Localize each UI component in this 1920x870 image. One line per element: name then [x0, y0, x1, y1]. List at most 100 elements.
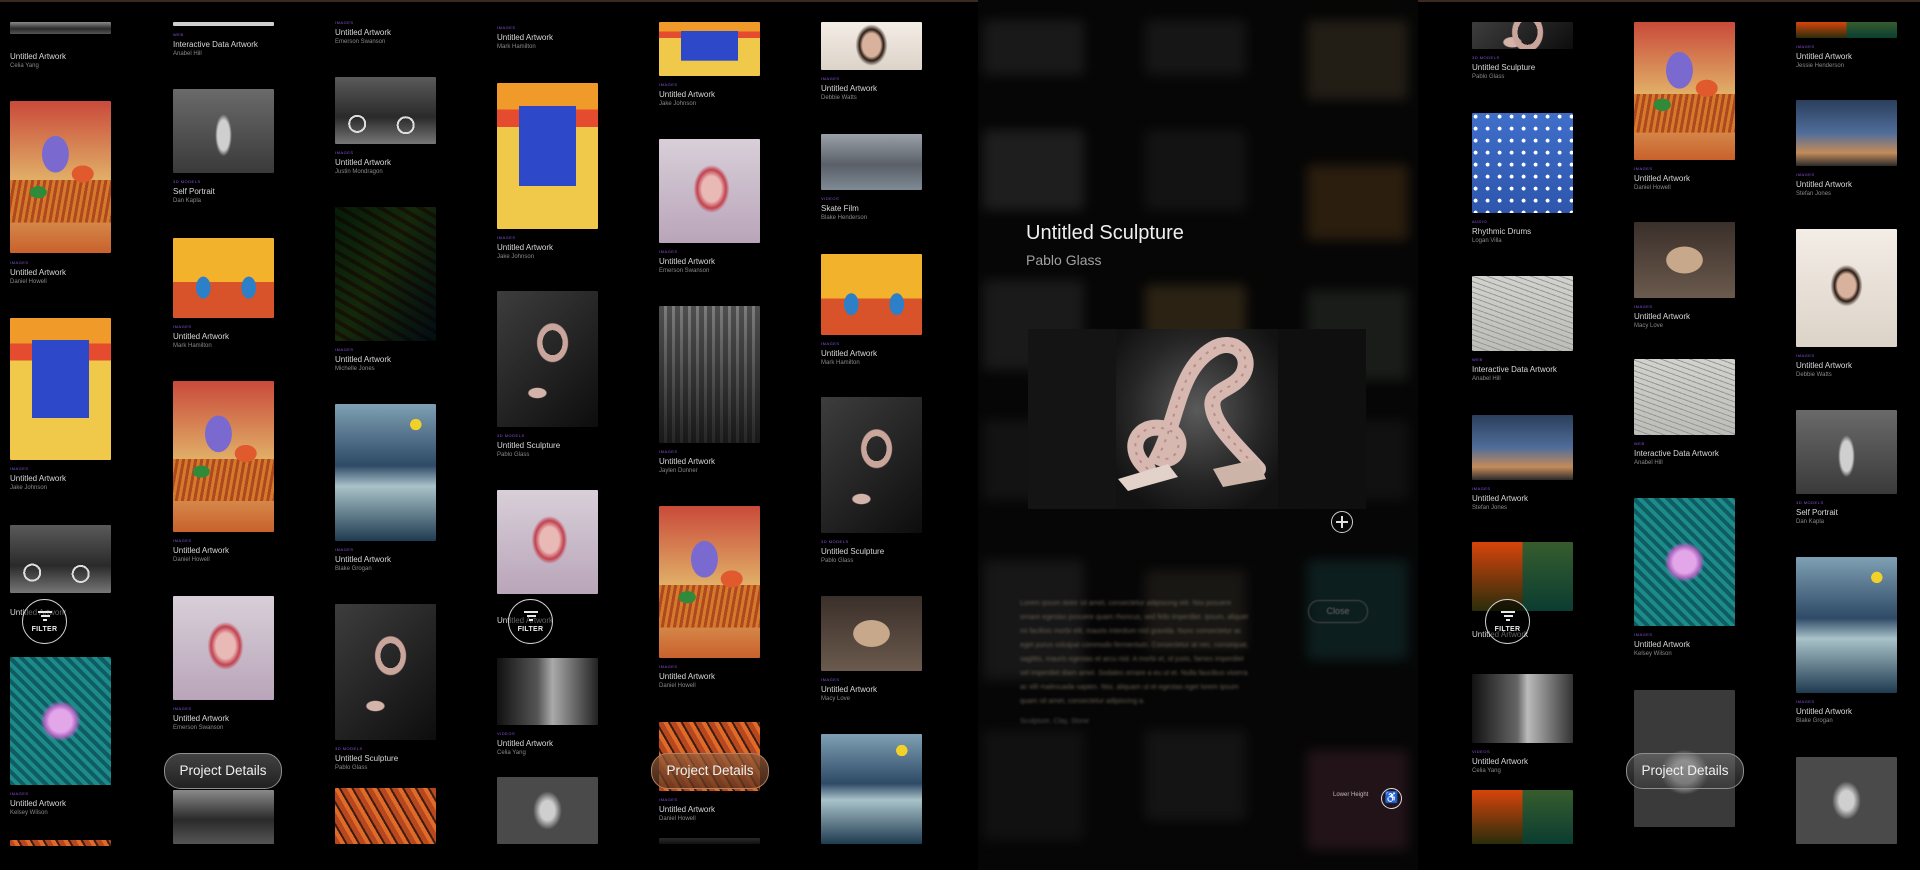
artwork-thumbnail[interactable]	[10, 525, 111, 593]
artwork-thumbnail[interactable]	[173, 790, 274, 844]
category-label: VIDEOS	[497, 731, 516, 736]
artwork-thumbnail[interactable]	[821, 134, 922, 190]
artwork-thumbnail[interactable]	[10, 101, 111, 253]
artwork-thumbnail[interactable]	[659, 22, 760, 76]
artwork-thumbnail[interactable]	[1472, 276, 1573, 351]
artwork-thumbnail[interactable]	[659, 838, 760, 844]
artwork-thumbnail[interactable]	[1634, 359, 1735, 435]
blurred-thumbnail	[1145, 20, 1246, 75]
artwork-artist: Mark Hamilton	[497, 44, 536, 50]
artwork-thumbnail[interactable]	[1472, 415, 1573, 480]
expand-plus-icon[interactable]	[1331, 511, 1353, 533]
accessibility-icon[interactable]: ♿	[1381, 788, 1402, 809]
artwork-thumbnail[interactable]	[659, 306, 760, 443]
artwork-thumbnail[interactable]	[173, 596, 274, 700]
filter-button[interactable]: FILTER	[22, 599, 67, 644]
artwork-thumbnail[interactable]	[335, 404, 436, 541]
artwork-thumbnail[interactable]	[821, 254, 922, 335]
artwork-thumbnail[interactable]	[1796, 229, 1897, 347]
filter-label: FILTER	[1494, 626, 1521, 633]
category-label: IMAGES	[821, 677, 840, 682]
category-label: IMAGES	[1634, 304, 1653, 309]
artwork-thumbnail[interactable]	[821, 734, 922, 844]
artwork-thumbnail[interactable]	[10, 318, 111, 460]
artwork-title: Interactive Data Artwork	[1634, 449, 1719, 458]
artwork-thumbnail[interactable]	[10, 840, 111, 846]
artwork-thumbnail[interactable]	[173, 89, 274, 173]
artwork-thumbnail[interactable]	[1796, 757, 1897, 844]
artwork-thumbnail[interactable]	[821, 596, 922, 671]
artwork-thumbnail[interactable]	[659, 139, 760, 243]
artwork-thumbnail[interactable]	[1472, 542, 1573, 611]
artwork-thumbnail[interactable]	[497, 777, 598, 844]
artwork-thumbnail[interactable]	[1472, 22, 1573, 49]
artwork-thumbnail[interactable]	[335, 604, 436, 740]
artwork-thumbnail[interactable]	[1796, 22, 1897, 38]
close-button[interactable]: Close	[1308, 600, 1368, 623]
blurred-thumbnail	[983, 20, 1084, 75]
artwork-thumbnail[interactable]	[335, 788, 436, 844]
artwork-artist: Pablo Glass	[335, 765, 368, 771]
category-label: IMAGES	[10, 791, 29, 796]
detail-tags: Sculpture, Clay, Stone	[1020, 718, 1090, 725]
artwork-artist: Daniel Howell	[1634, 185, 1671, 191]
artwork-artist: Emerson Swanson	[335, 39, 386, 45]
artwork-artist: Blake Grogan	[1796, 718, 1833, 724]
artwork-thumbnail[interactable]	[1634, 498, 1735, 626]
artwork-thumbnail[interactable]	[173, 238, 274, 318]
artwork-title: Rhythmic Drums	[1472, 227, 1532, 236]
category-label: IMAGES	[659, 664, 678, 669]
artwork-thumbnail[interactable]	[497, 658, 598, 725]
category-label: IMAGES	[1796, 353, 1815, 358]
artwork-artist: Daniel Howell	[659, 683, 696, 689]
artwork-thumbnail[interactable]	[10, 657, 111, 785]
filter-button[interactable]: FILTER	[1485, 599, 1530, 644]
artwork-thumbnail[interactable]	[1634, 222, 1735, 298]
artwork-thumbnail[interactable]	[1472, 790, 1573, 844]
artwork-artist: Celia Yang	[1472, 768, 1501, 774]
artwork-thumbnail[interactable]	[497, 490, 598, 594]
artwork-artist: Debbie Watts	[1796, 372, 1832, 378]
artwork-artist: Jake Johnson	[497, 254, 535, 260]
artwork-thumbnail[interactable]	[1472, 674, 1573, 743]
artwork-thumbnail[interactable]	[10, 22, 111, 34]
project-details-button[interactable]: Project Details	[1626, 753, 1744, 789]
artwork-title: Untitled Artwork	[1634, 640, 1691, 649]
artwork-thumbnail[interactable]	[1634, 22, 1735, 160]
category-label: 3D MODELS	[1796, 500, 1824, 505]
artwork-thumbnail[interactable]	[821, 397, 922, 533]
detail-image[interactable]	[1028, 329, 1366, 509]
artwork-thumbnail[interactable]	[173, 22, 274, 26]
category-label: IMAGES	[1796, 172, 1815, 177]
detail-description: Lorem ipsum dolor sit amet, consectetur …	[1020, 597, 1250, 729]
category-label: IMAGES	[10, 466, 29, 471]
artwork-thumbnail[interactable]	[1796, 410, 1897, 494]
artwork-artist: Macy Love	[821, 696, 851, 702]
project-details-button[interactable]: Project Details	[164, 753, 282, 789]
category-label: IMAGES	[1796, 699, 1815, 704]
artwork-thumbnail[interactable]	[173, 381, 274, 532]
artwork-thumbnail[interactable]	[335, 207, 436, 341]
artwork-artist: Stefan Jones	[1472, 505, 1508, 511]
artwork-thumbnail[interactable]	[1796, 557, 1897, 693]
artwork-title: Interactive Data Artwork	[173, 40, 258, 49]
artwork-thumbnail[interactable]	[821, 22, 922, 70]
artwork-thumbnail[interactable]	[659, 506, 760, 658]
filter-button[interactable]: FILTER	[508, 599, 553, 644]
artwork-title: Untitled Sculpture	[1472, 63, 1536, 72]
artwork-title: Interactive Data Artwork	[1472, 365, 1557, 374]
project-details-button[interactable]: Project Details	[651, 753, 769, 789]
artwork-artist: Anabel Hill	[1472, 376, 1501, 382]
artwork-thumbnail[interactable]	[1472, 113, 1573, 213]
artwork-thumbnail[interactable]	[497, 83, 598, 229]
artwork-title: Untitled Artwork	[173, 714, 230, 723]
category-label: IMAGES	[335, 150, 354, 155]
artwork-thumbnail[interactable]	[335, 77, 436, 144]
artwork-artist: Dan Kapla	[173, 198, 202, 204]
artwork-thumbnail[interactable]	[497, 291, 598, 427]
artwork-title: Untitled Artwork	[659, 90, 716, 99]
category-label: WEB	[1634, 441, 1645, 446]
blurred-thumbnail	[1307, 20, 1408, 100]
artwork-thumbnail[interactable]	[1796, 100, 1897, 166]
artwork-title: Untitled Artwork	[1472, 757, 1529, 766]
